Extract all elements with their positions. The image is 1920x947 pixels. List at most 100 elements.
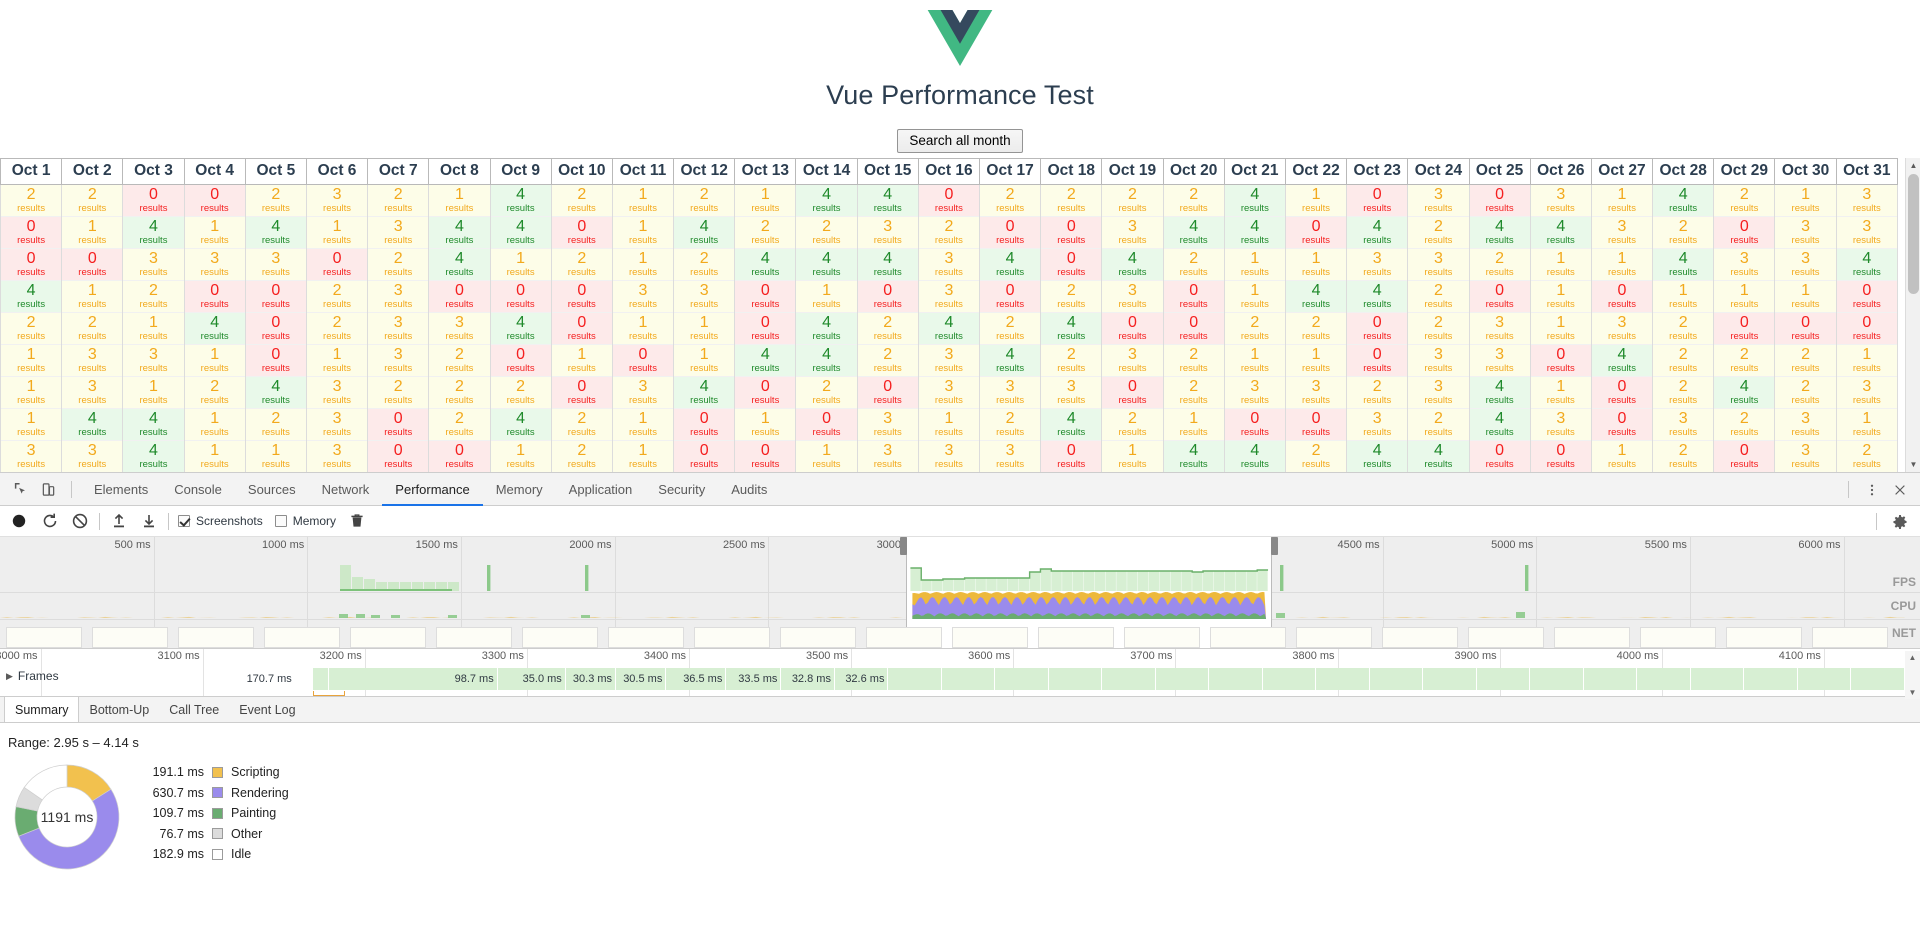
result-cell[interactable]: 2 results [795, 376, 858, 409]
result-cell[interactable]: 0 results [1346, 184, 1409, 217]
screenshots-checkbox-box[interactable] [178, 515, 190, 527]
result-cell[interactable]: 0 results [1590, 376, 1654, 409]
result-cell[interactable]: 2 results [1652, 344, 1715, 377]
result-cell[interactable]: 3 results [1774, 440, 1837, 472]
result-cell[interactable]: 2 results [122, 280, 185, 313]
result-cell[interactable]: 4 results [183, 312, 246, 345]
result-cell[interactable]: 3 results [1468, 312, 1531, 345]
collect-garbage-icon[interactable] [348, 506, 366, 537]
result-cell[interactable]: 0 results [734, 312, 797, 345]
result-cell[interactable]: 4 results [0, 280, 63, 313]
calendar-table-scroll[interactable]: Oct 1 Oct 2 Oct 3 Oct 4 Oct 5 Oct 6 Oct 7 Oct 8… [0, 158, 1920, 472]
result-cell[interactable]: 1 results [1223, 280, 1286, 313]
result-cell[interactable]: 4 results [673, 376, 736, 409]
result-cell[interactable]: 4 results [673, 216, 736, 249]
result-cell[interactable]: 3 results [1590, 312, 1654, 345]
tab-sources[interactable]: Sources [235, 473, 309, 506]
frame-block[interactable] [941, 668, 996, 690]
result-cell[interactable]: 0 results [183, 280, 246, 313]
filmstrip-thumbnail[interactable] [1296, 627, 1372, 648]
tab-network[interactable]: Network [309, 473, 383, 506]
frame-block[interactable] [1155, 668, 1210, 690]
result-cell[interactable]: 2 results [1468, 248, 1531, 281]
frame-block[interactable] [1102, 668, 1156, 690]
result-cell[interactable]: 2 results [0, 184, 63, 217]
result-cell[interactable]: 4 results [244, 376, 307, 409]
frame-duration[interactable]: 170.7 ms [24, 668, 292, 690]
filmstrip-thumbnail[interactable] [1812, 627, 1888, 648]
result-cell[interactable]: 3 results [61, 440, 124, 472]
frame-block[interactable] [1369, 668, 1424, 690]
legend-row[interactable]: 630.7 ms Rendering [148, 783, 289, 804]
result-cell[interactable]: 4 results [1468, 376, 1531, 409]
filmstrip-thumbnail[interactable] [780, 627, 856, 648]
result-cell[interactable]: 3 results [856, 440, 919, 472]
result-cell[interactable]: 0 results [244, 344, 307, 377]
result-cell[interactable]: 2 results [1162, 248, 1225, 281]
result-cell[interactable]: 4 results [856, 184, 919, 217]
filmstrip-thumbnail[interactable] [1124, 627, 1200, 648]
tab-security[interactable]: Security [645, 473, 718, 506]
result-cell[interactable]: 1 results [795, 440, 858, 472]
result-cell[interactable]: 4 results [1040, 312, 1103, 345]
result-cell[interactable]: 0 results [734, 280, 797, 313]
result-cell[interactable]: 2 results [1407, 408, 1470, 441]
result-cell[interactable]: 3 results [305, 408, 369, 441]
result-cell[interactable]: 2 results [1407, 312, 1470, 345]
tab-performance[interactable]: Performance [382, 473, 482, 506]
result-cell[interactable]: 0 results [734, 376, 797, 409]
result-cell[interactable]: 0 results [673, 440, 736, 472]
overview-selection-handle-left[interactable] [900, 537, 908, 555]
result-cell[interactable]: 1 results [1223, 344, 1286, 377]
result-cell[interactable]: 0 results [1223, 408, 1286, 441]
filmstrip-thumbnail[interactable] [866, 627, 942, 648]
result-cell[interactable]: 2 results [1284, 312, 1348, 345]
filmstrip-thumbnail[interactable] [1640, 627, 1716, 648]
result-cell[interactable]: 4 results [1713, 376, 1776, 409]
frames-vertical-scrollbar[interactable]: ▲ ▼ [1905, 651, 1920, 699]
summary-tab-call-tree[interactable]: Call Tree [159, 697, 229, 722]
result-cell[interactable]: 0 results [1713, 312, 1776, 345]
filmstrip-thumbnail[interactable] [1468, 627, 1544, 648]
result-cell[interactable]: 1 results [122, 312, 185, 345]
result-cell[interactable]: 0 results [367, 408, 430, 441]
result-cell[interactable]: 2 results [550, 184, 613, 217]
tab-elements[interactable]: Elements [81, 473, 161, 506]
result-cell[interactable]: 1 results [1652, 280, 1715, 313]
result-cell[interactable]: 2 results [550, 248, 613, 281]
result-cell[interactable]: 4 results [1835, 248, 1899, 281]
frame-block[interactable]: 98.7 ms [329, 668, 498, 690]
result-cell[interactable]: 1 results [305, 344, 369, 377]
result-cell[interactable]: 3 results [1835, 184, 1899, 217]
tab-console[interactable]: Console [161, 473, 235, 506]
result-cell[interactable]: 2 results [1346, 376, 1409, 409]
timeline-overview[interactable]: 500 ms 1000 ms 1500 ms 2000 ms 2500 ms 3000 m… [0, 537, 1920, 649]
result-cell[interactable]: 2 results [550, 440, 613, 472]
result-cell[interactable]: 1 results [183, 344, 246, 377]
result-cell[interactable]: 4 results [795, 344, 858, 377]
result-cell[interactable]: 4 results [61, 408, 124, 441]
result-cell[interactable]: 3 results [1407, 248, 1470, 281]
result-cell[interactable]: 0 results [1835, 312, 1899, 345]
close-devtools-icon[interactable] [1886, 477, 1914, 503]
result-cell[interactable]: 1 results [1284, 248, 1348, 281]
result-cell[interactable]: 4 results [489, 216, 552, 249]
result-cell[interactable]: 0 results [367, 440, 430, 472]
result-cell[interactable]: 4 results [1162, 440, 1225, 472]
result-cell[interactable]: 3 results [1407, 344, 1470, 377]
result-cell[interactable]: 2 results [1652, 440, 1715, 472]
result-cell[interactable]: 0 results [428, 280, 491, 313]
result-cell[interactable]: 4 results [1407, 440, 1470, 472]
result-cell[interactable]: 0 results [489, 344, 552, 377]
result-cell[interactable]: 0 results [856, 280, 919, 313]
filmstrip-thumbnail[interactable] [952, 627, 1028, 648]
frame-block[interactable] [995, 668, 1049, 690]
result-cell[interactable]: 2 results [1284, 440, 1348, 472]
result-cell[interactable]: 2 results [1713, 344, 1776, 377]
result-cell[interactable]: 4 results [1284, 280, 1348, 313]
result-cell[interactable]: 1 results [673, 344, 736, 377]
result-cell[interactable]: 3 results [1101, 280, 1164, 313]
result-cell[interactable]: 1 results [1529, 376, 1592, 409]
result-cell[interactable]: 3 results [1713, 248, 1776, 281]
memory-checkbox[interactable]: Memory [274, 506, 348, 537]
